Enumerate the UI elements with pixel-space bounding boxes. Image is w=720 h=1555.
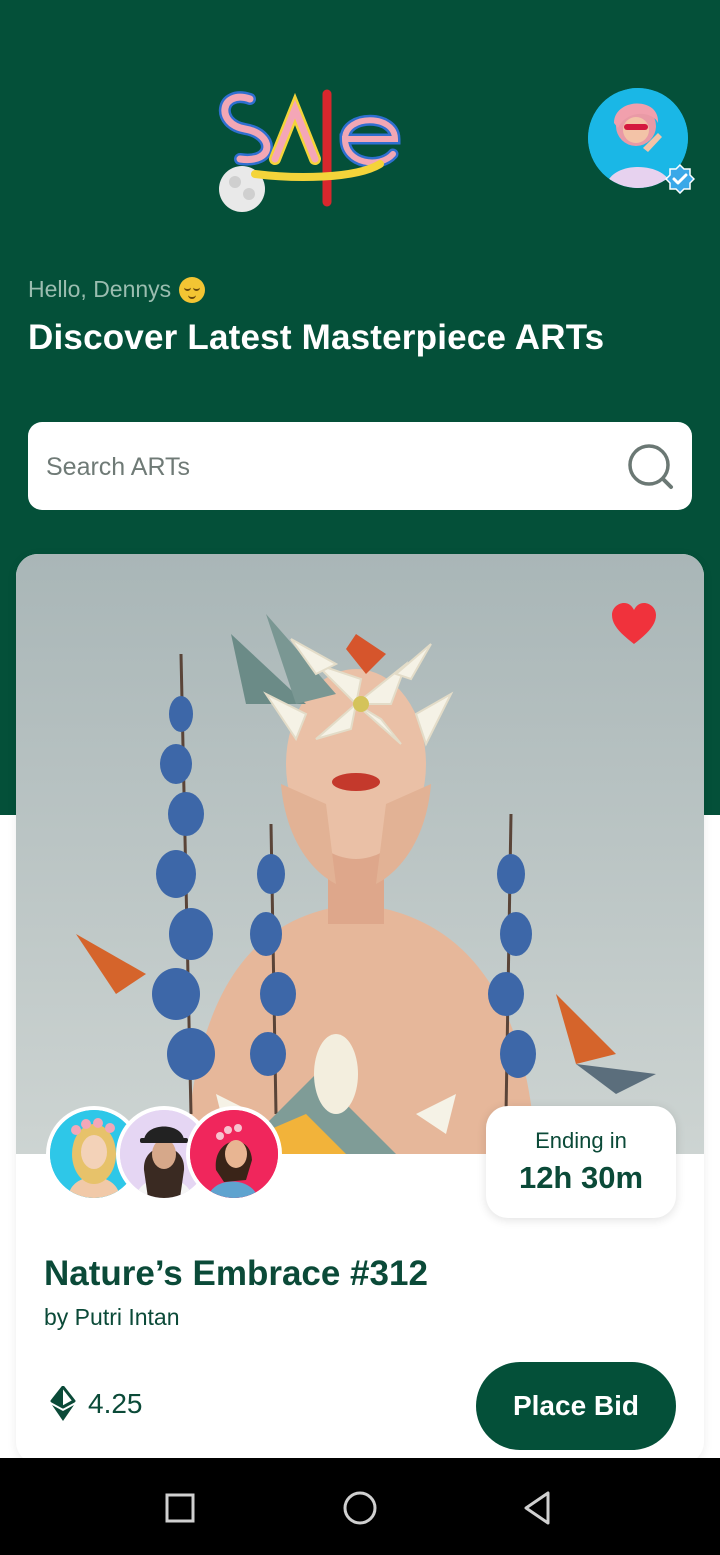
favorite-heart-icon[interactable] <box>610 602 658 646</box>
bidder-avatar[interactable] <box>186 1106 282 1202</box>
search-icon[interactable] <box>626 442 676 492</box>
ethereum-icon <box>50 1386 76 1421</box>
artist-name[interactable]: by Putri Intan <box>44 1304 180 1331</box>
relieved-face-emoji-icon <box>179 276 206 303</box>
artwork-image <box>16 554 704 1154</box>
home-button-icon[interactable] <box>340 1488 380 1528</box>
place-bid-button[interactable]: Place Bid <box>476 1362 676 1450</box>
page-title: Discover Latest Masterpiece ARTs <box>28 318 605 357</box>
greeting-text: Hello, Dennys <box>28 276 172 302</box>
search-bar <box>28 422 692 510</box>
recents-button-icon[interactable] <box>160 1488 200 1528</box>
bidder-avatars <box>46 1106 346 1202</box>
auction-timer: Ending in 12h 30m <box>486 1106 676 1218</box>
greeting: Hello, Dennys <box>28 276 206 303</box>
verified-badge-icon <box>665 164 695 194</box>
price: 4.25 <box>50 1386 143 1422</box>
back-button-icon[interactable] <box>518 1488 558 1528</box>
sale-logo <box>219 89 401 212</box>
search-input[interactable] <box>44 444 608 490</box>
art-title[interactable]: Nature’s Embrace #312 <box>44 1254 428 1294</box>
price-value: 4.25 <box>88 1388 143 1419</box>
profile-avatar[interactable] <box>588 88 698 198</box>
system-nav-bar <box>0 1458 720 1555</box>
art-card[interactable]: Ending in 12h 30m Nature’s Embrace #312 … <box>16 554 704 1464</box>
ending-label: Ending in <box>535 1128 627 1153</box>
ending-value: 12h 30m <box>518 1160 644 1195</box>
